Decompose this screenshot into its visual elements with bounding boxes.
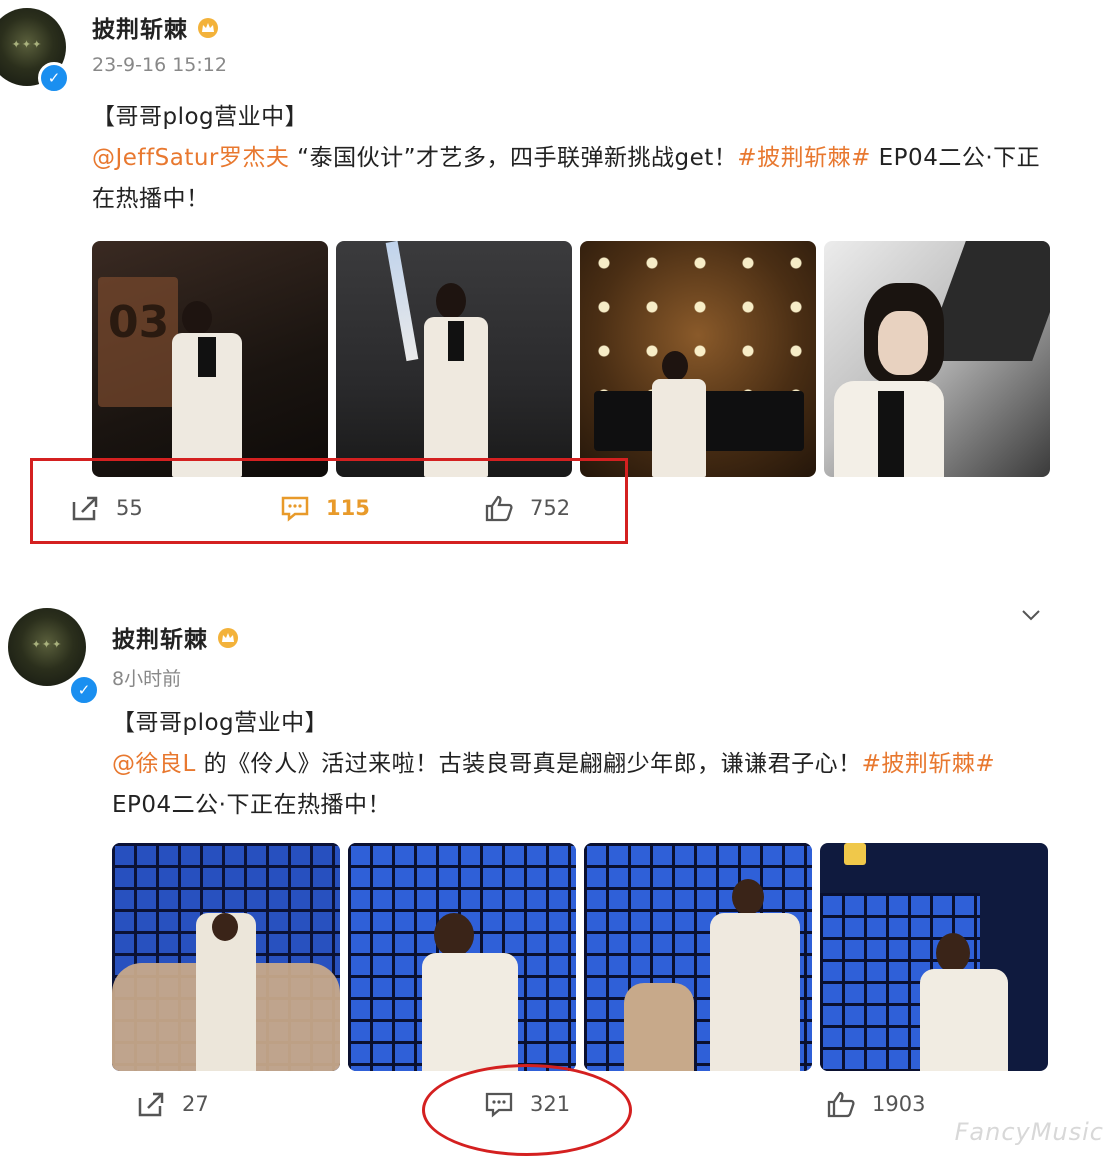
hashtag-link[interactable]: #披荆斩棘# (862, 751, 996, 777)
hashtag-link[interactable]: #披荆斩棘# (737, 145, 871, 171)
thumbs-up-icon (827, 1091, 855, 1118)
post-body: “泰国伙计”才艺多，四手联弹新挑战get！ (289, 145, 738, 171)
highlight-box (30, 458, 628, 544)
crown-badge-icon (196, 17, 220, 39)
photo-grid: 03 (92, 241, 1050, 477)
avatar-logo: ✦✦✦ (31, 638, 63, 651)
photo-performers-grid[interactable] (584, 843, 812, 1071)
share-count: 27 (182, 1092, 209, 1116)
post-time: 23-9-16 15:12 (92, 54, 227, 76)
crown-badge-icon (216, 627, 240, 649)
post-header: 【哥哥plog营业中】 (112, 710, 329, 736)
username[interactable]: 披荆斩棘 (92, 10, 220, 44)
mention-link[interactable]: @JeffSatur罗杰夫 (92, 145, 289, 171)
verified-icon: ✓ (68, 674, 100, 706)
post-body-tail: EP04二公·下正在热播中！ (112, 792, 391, 818)
post-time: 8小时前 (112, 668, 182, 690)
share-button[interactable]: 27 (136, 1090, 209, 1118)
post-text: 【哥哥plog营业中】 @徐良L 的《伶人》活过来啦！古装良哥真是翩翩少年郎，谦… (112, 703, 1052, 826)
photo-grid (112, 843, 1048, 1071)
highlight-oval (422, 1064, 632, 1156)
chevron-down-icon[interactable] (1020, 604, 1042, 626)
weibo-post-1: ✦✦✦ ✓ 披荆斩棘 23-9-16 15:12 【哥哥plog营业中】 @Je… (0, 0, 1118, 560)
username[interactable]: 披荆斩棘 (112, 620, 240, 654)
watermark: FancyMusic (954, 1118, 1104, 1146)
like-count: 1903 (872, 1092, 926, 1116)
mention-link[interactable]: @徐良L (112, 751, 196, 777)
username-label: 披荆斩棘 (112, 627, 208, 653)
avatar[interactable]: ✦✦✦ ✓ (8, 608, 100, 706)
photo-masked-dancers[interactable] (112, 843, 340, 1071)
post-header: 【哥哥plog营业中】 (92, 104, 309, 130)
photo-closeup-piano[interactable] (824, 241, 1050, 477)
post-body: 的《伶人》活过来啦！古装良哥真是翩翩少年郎，谦谦君子心！ (195, 751, 862, 777)
avatar-logo: ✦✦✦ (11, 38, 43, 51)
photo-singer-white-suit[interactable]: 03 (92, 241, 328, 477)
share-icon (138, 1092, 164, 1117)
photo-stage-lights[interactable] (580, 241, 816, 477)
photo-singer-closeup[interactable] (820, 843, 1048, 1071)
weibo-post-2: ✦✦✦ ✓ 披荆斩棘 8小时前 【哥哥plog营业中】 @徐良L 的《伶人》活过… (0, 600, 1118, 1166)
avatar[interactable]: ✦✦✦ ✓ (0, 8, 70, 94)
photo-stage-spotlight[interactable] (336, 241, 572, 477)
username-label: 披荆斩棘 (92, 17, 188, 43)
photo-singer-blue-grid[interactable] (348, 843, 576, 1071)
like-button[interactable]: 1903 (826, 1090, 925, 1118)
verified-icon: ✓ (38, 62, 70, 94)
post-text: 【哥哥plog营业中】 @JeffSatur罗杰夫 “泰国伙计”才艺多，四手联弹… (92, 97, 1052, 220)
